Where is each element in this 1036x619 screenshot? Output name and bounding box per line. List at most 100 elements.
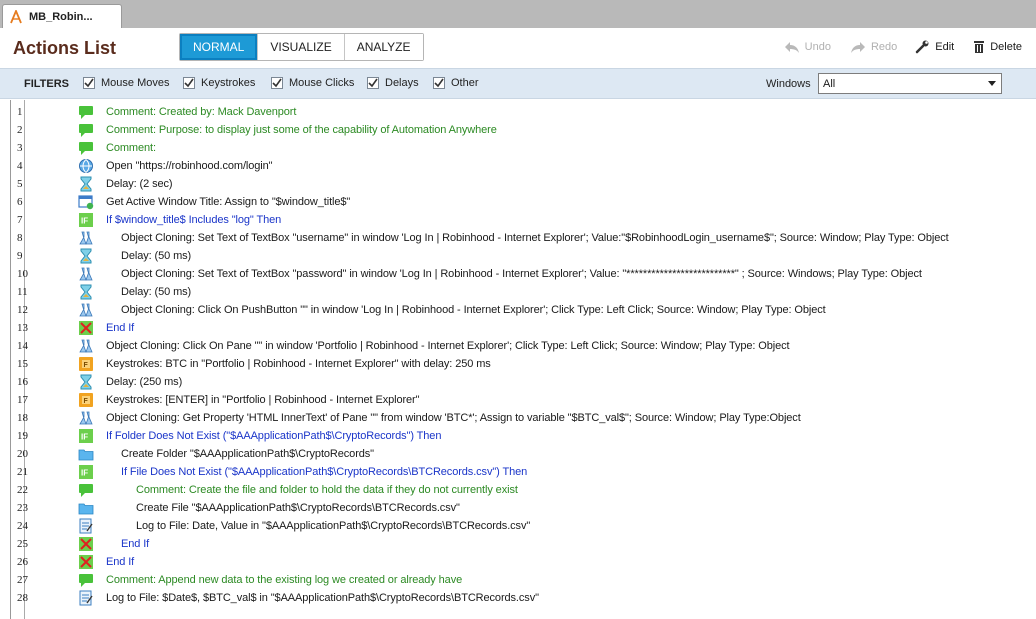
- edit-label: Edit: [935, 41, 955, 53]
- action-text: If File Does Not Exist ("$AAApplicationP…: [121, 466, 528, 478]
- if-icon: IF: [79, 429, 93, 443]
- checkmark-icon: [434, 78, 444, 88]
- action-row[interactable]: 15 F Keystrokes: BTC in "Portfolio | Robin…: [0, 355, 1002, 373]
- action-row[interactable]: 18 Object Cloning: Get Property 'HTML Inn…: [0, 409, 1002, 427]
- svg-text:IF: IF: [81, 469, 88, 478]
- flask-icon: [79, 303, 93, 317]
- checkmark-icon: [368, 78, 378, 88]
- action-text: Get Active Window Title: Assign to "$win…: [106, 196, 351, 208]
- action-row[interactable]: 3 Comment:: [0, 139, 1002, 157]
- action-row[interactable]: 26 End If: [0, 553, 1002, 571]
- log-file-icon: [79, 518, 93, 534]
- action-row[interactable]: 16 Delay: (250 ms): [0, 373, 1002, 391]
- action-row[interactable]: 23 Create File "$AAApplicationPath$\Crypt…: [0, 499, 1002, 517]
- action-text: Object Cloning: Click On Pane "" in wind…: [106, 340, 790, 352]
- action-text: Delay: (50 ms): [121, 250, 192, 262]
- action-row[interactable]: 7 IF If $window_title$ Includes "log" Then: [0, 211, 1002, 229]
- tab-analyze[interactable]: ANALYZE: [343, 34, 423, 60]
- row-number: 13: [17, 322, 28, 334]
- flask-icon: [79, 411, 93, 425]
- window-title-icon: [78, 195, 94, 210]
- row-number: 4: [17, 160, 23, 172]
- delete-label: Delete: [990, 41, 1022, 53]
- action-text: If $window_title$ Includes "log" Then: [106, 214, 282, 226]
- filter-other-checkbox[interactable]: [433, 77, 445, 89]
- document-tab-strip: MB_Robin...: [0, 0, 1036, 28]
- row-number: 21: [17, 466, 28, 478]
- filter-other[interactable]: Other: [433, 77, 479, 89]
- action-row[interactable]: 1 Comment: Created by: Mack Davenport: [0, 103, 1002, 121]
- filter-keystrokes[interactable]: Keystrokes: [183, 77, 255, 89]
- action-row[interactable]: 27 Comment: Append new data to the existi…: [0, 571, 1002, 589]
- comment-icon: [79, 142, 93, 155]
- action-text: End If: [106, 322, 135, 334]
- svg-text:F: F: [84, 362, 89, 369]
- filter-mouse-clicks-checkbox[interactable]: [271, 77, 283, 89]
- windows-select[interactable]: All: [818, 73, 1002, 94]
- action-row[interactable]: 5 Delay: (2 sec): [0, 175, 1002, 193]
- action-row[interactable]: 4 Open "https://robinhood.com/login": [0, 157, 1002, 175]
- action-row[interactable]: 8 Object Cloning: Set Text of TextBox "us…: [0, 229, 1002, 247]
- filter-keystrokes-checkbox[interactable]: [183, 77, 195, 89]
- tab-normal[interactable]: NORMAL: [180, 34, 258, 60]
- header: Actions List NORMAL VISUALIZE ANALYZE Un…: [0, 28, 1036, 68]
- row-number: 23: [17, 502, 28, 514]
- action-row[interactable]: 24 Log to File: Date, Value in "$AAApplic…: [0, 517, 1002, 535]
- row-number: 17: [17, 394, 28, 406]
- action-row[interactable]: 6 Get Active Window Title: Assign to "$wi…: [0, 193, 1002, 211]
- toolbar: Undo Redo Edit Delete: [765, 40, 1022, 54]
- redo-button[interactable]: Redo: [849, 40, 897, 54]
- action-row[interactable]: 19 IF If Folder Does Not Exist ("$AAApplic…: [0, 427, 1002, 445]
- delete-button[interactable]: Delete: [972, 40, 1022, 54]
- redo-label: Redo: [870, 41, 898, 53]
- svg-text:F: F: [84, 398, 89, 405]
- action-row[interactable]: 10 Object Cloning: Set Text of TextBox "p…: [0, 265, 1002, 283]
- action-row[interactable]: 28 Log to File: $Date$, $BTC_val$ in "$AA…: [0, 589, 1002, 607]
- row-number: 6: [17, 196, 23, 208]
- tab-visualize[interactable]: VISUALIZE: [257, 34, 344, 60]
- actions-list: 1 Comment: Created by: Mack Davenport 2 Com…: [0, 100, 1036, 619]
- row-number: 2: [17, 124, 23, 136]
- action-row[interactable]: 21 IF If File Does Not Exist ("$AAApplicat…: [0, 463, 1002, 481]
- filter-mouse-moves[interactable]: Mouse Moves: [83, 77, 169, 89]
- document-tab[interactable]: MB_Robin...: [2, 4, 122, 28]
- action-row[interactable]: 11 Delay: (50 ms): [0, 283, 1002, 301]
- row-number: 11: [17, 286, 28, 298]
- wrench-icon: [915, 40, 929, 54]
- action-row[interactable]: 2 Comment: Purpose: to display just some …: [0, 121, 1002, 139]
- row-number: 9: [17, 250, 23, 262]
- row-number: 14: [17, 340, 28, 352]
- action-row[interactable]: 20 Create Folder "$AAApplicationPath$\Cry…: [0, 445, 1002, 463]
- action-text: Create Folder "$AAApplicationPath$\Crypt…: [121, 448, 374, 460]
- row-number: 25: [17, 538, 28, 550]
- action-row[interactable]: 14 Object Cloning: Click On Pane "" in wi…: [0, 337, 1002, 355]
- trash-icon: [974, 41, 985, 53]
- undo-button[interactable]: Undo: [783, 40, 831, 54]
- filter-delays[interactable]: Delays: [367, 77, 419, 89]
- action-row[interactable]: 25 End If: [0, 535, 1002, 553]
- action-row[interactable]: 9 Delay: (50 ms): [0, 247, 1002, 265]
- comment-icon: [79, 106, 93, 119]
- filter-bar: FILTERS Mouse Moves Keystrokes Mouse Cli…: [0, 68, 1036, 99]
- page-title: Actions List: [13, 38, 117, 58]
- hourglass-icon: [80, 374, 92, 390]
- filter-delays-checkbox[interactable]: [367, 77, 379, 89]
- action-row[interactable]: 12 Object Cloning: Click On PushButton ""…: [0, 301, 1002, 319]
- action-row[interactable]: 13 End If: [0, 319, 1002, 337]
- edit-button[interactable]: Edit: [915, 40, 954, 54]
- action-text: Comment:: [106, 142, 156, 154]
- filter-other-label: Other: [451, 77, 479, 89]
- view-tabs: NORMAL VISUALIZE ANALYZE: [179, 33, 424, 61]
- row-number: 18: [17, 412, 28, 424]
- filter-mouse-moves-checkbox[interactable]: [83, 77, 95, 89]
- row-number: 27: [17, 574, 28, 586]
- action-row[interactable]: 17 F Keystrokes: [ENTER] in "Portfolio | R…: [0, 391, 1002, 409]
- row-number: 7: [17, 214, 23, 226]
- action-row[interactable]: 22 Comment: Create the file and folder to…: [0, 481, 1002, 499]
- document-tab-label: MB_Robin...: [29, 10, 93, 23]
- svg-text:IF: IF: [81, 217, 88, 226]
- row-number: 26: [17, 556, 28, 568]
- filter-mouse-clicks[interactable]: Mouse Clicks: [271, 77, 354, 89]
- browser-icon: [79, 159, 93, 173]
- undo-icon: [784, 42, 799, 53]
